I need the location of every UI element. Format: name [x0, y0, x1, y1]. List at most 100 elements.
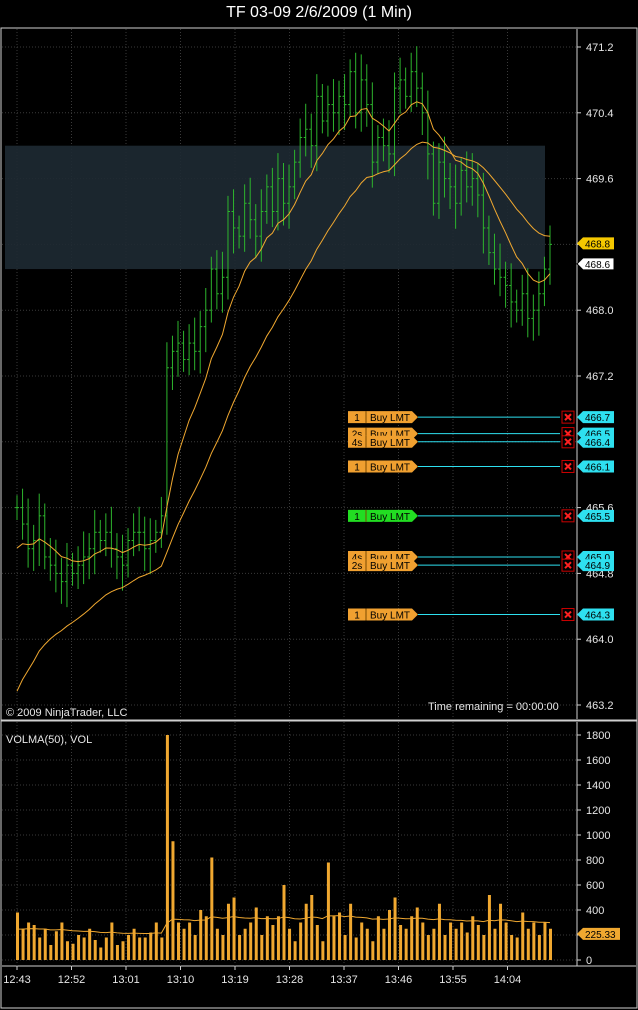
price-tick-label: 468.0 [586, 305, 614, 317]
volume-bar [232, 897, 236, 960]
price-bar [176, 320, 181, 377]
order-qty: 1 [354, 512, 360, 523]
volume-bar [310, 895, 314, 960]
volume-tick-label: 1600 [586, 755, 610, 767]
price-bar [20, 488, 25, 540]
price-bar [142, 516, 147, 571]
price-bar [525, 268, 530, 338]
volume-bar [549, 928, 552, 960]
volume-bar [182, 928, 186, 960]
volume-bar [60, 922, 64, 960]
volume-bar [38, 937, 42, 960]
volume-bar [27, 922, 31, 960]
volume-bar [532, 922, 536, 960]
volume-tick-label: 800 [586, 855, 604, 867]
volume-bar [382, 928, 386, 960]
volume-bar [149, 932, 153, 960]
price-bar [170, 335, 175, 390]
chart-canvas[interactable]: 471.2470.4469.6468.8468.0467.2466.4465.6… [0, 0, 638, 1010]
volume-bar [16, 912, 19, 960]
time-tick-label: 13:37 [330, 974, 358, 986]
time-tick-label: 13:19 [221, 974, 249, 986]
price-bar [198, 311, 203, 374]
volume-bar [332, 916, 336, 960]
order-row[interactable]: 1 Buy LMT 466.7 [348, 410, 614, 424]
price-panel-frame [0, 27, 638, 721]
volume-bar [238, 935, 242, 960]
order-row[interactable]: 1 Buy LMT 465.5 [348, 509, 614, 523]
volume-bar [276, 916, 280, 960]
volume-bar [160, 937, 164, 960]
price-tick-label: 467.2 [586, 371, 614, 383]
volma-value-label: 225.33 [585, 930, 616, 941]
order-row[interactable]: 1 Buy LMT 466.1 [348, 459, 614, 473]
volume-bar [426, 935, 430, 960]
volume-bar [32, 925, 36, 960]
price-tick-label: 471.2 [586, 42, 614, 54]
price-bar [98, 519, 103, 553]
volume-bar [443, 935, 447, 960]
volume-bar [521, 912, 525, 960]
price-bar [159, 496, 164, 548]
volume-bar [171, 841, 175, 960]
volume-bar [432, 928, 436, 960]
volume-bar [154, 922, 158, 960]
order-price-label: 464.3 [585, 611, 610, 622]
volume-bar [421, 922, 425, 960]
volume-bar [410, 916, 414, 960]
volume-bar [515, 937, 519, 960]
volume-bar [215, 928, 219, 960]
price-bar [398, 57, 403, 114]
price-bar [192, 317, 197, 371]
volume-bar [299, 922, 303, 960]
price-bar [103, 513, 108, 557]
volume-bar [221, 935, 225, 960]
order-qty: 1 [354, 462, 360, 473]
volume-bar [226, 903, 230, 960]
time-tick-label: 13:10 [167, 974, 195, 986]
price-bar [331, 79, 336, 132]
last-price-marker: 468.8 [577, 237, 614, 250]
time-axis-ticks: 12:43 12:52 13:01 13:10 13:19 13:28 13:37 13:46… [3, 966, 521, 986]
volume-bar [177, 922, 181, 960]
volume-bar [399, 925, 403, 960]
volume-bar [115, 945, 119, 960]
volume-bar [293, 941, 297, 960]
volume-bar [349, 903, 353, 960]
volume-bar [376, 916, 380, 960]
volume-bar [471, 916, 475, 960]
price-bar [53, 539, 58, 593]
price-bar [325, 85, 330, 137]
last-price-label: 468.8 [585, 239, 610, 250]
order-price-label: 466.1 [585, 462, 610, 473]
order-row[interactable]: 4s Buy LMT 466.4 [348, 435, 614, 449]
price-tick-label: 463.2 [586, 700, 614, 712]
price-bar [126, 528, 131, 578]
price-bar [42, 503, 47, 570]
order-row[interactable]: 2s Buy LMT 464.9 [348, 558, 614, 572]
volume-bar [365, 928, 369, 960]
volume-panel-label: VOLMA(50), VOL [6, 734, 92, 746]
volume-bar [254, 907, 258, 960]
price-bar [536, 271, 541, 336]
volume-bars [16, 735, 552, 960]
time-tick-label: 14:04 [494, 974, 522, 986]
volume-bar [121, 941, 125, 960]
volume-bar [338, 912, 342, 960]
order-lines: 1 Buy LMT 466.72s Buy LMT 466.54s Buy LMT 466.… [348, 410, 614, 622]
volume-tick-label: 1000 [586, 830, 610, 842]
order-row[interactable]: 1 Buy LMT 464.3 [348, 608, 614, 622]
volume-bar [343, 935, 347, 960]
volume-bar [354, 937, 358, 960]
volume-bar [387, 910, 391, 960]
order-price-label: 466.4 [585, 438, 610, 449]
price-bar [48, 538, 53, 581]
price-bar [364, 64, 369, 127]
order-qty: 2s [352, 561, 363, 572]
volume-bar [110, 922, 114, 960]
volume-bar [210, 857, 214, 960]
volume-bar [143, 937, 147, 960]
price-bar [403, 67, 408, 109]
volume-bar [304, 903, 308, 960]
price-bar [26, 498, 31, 568]
